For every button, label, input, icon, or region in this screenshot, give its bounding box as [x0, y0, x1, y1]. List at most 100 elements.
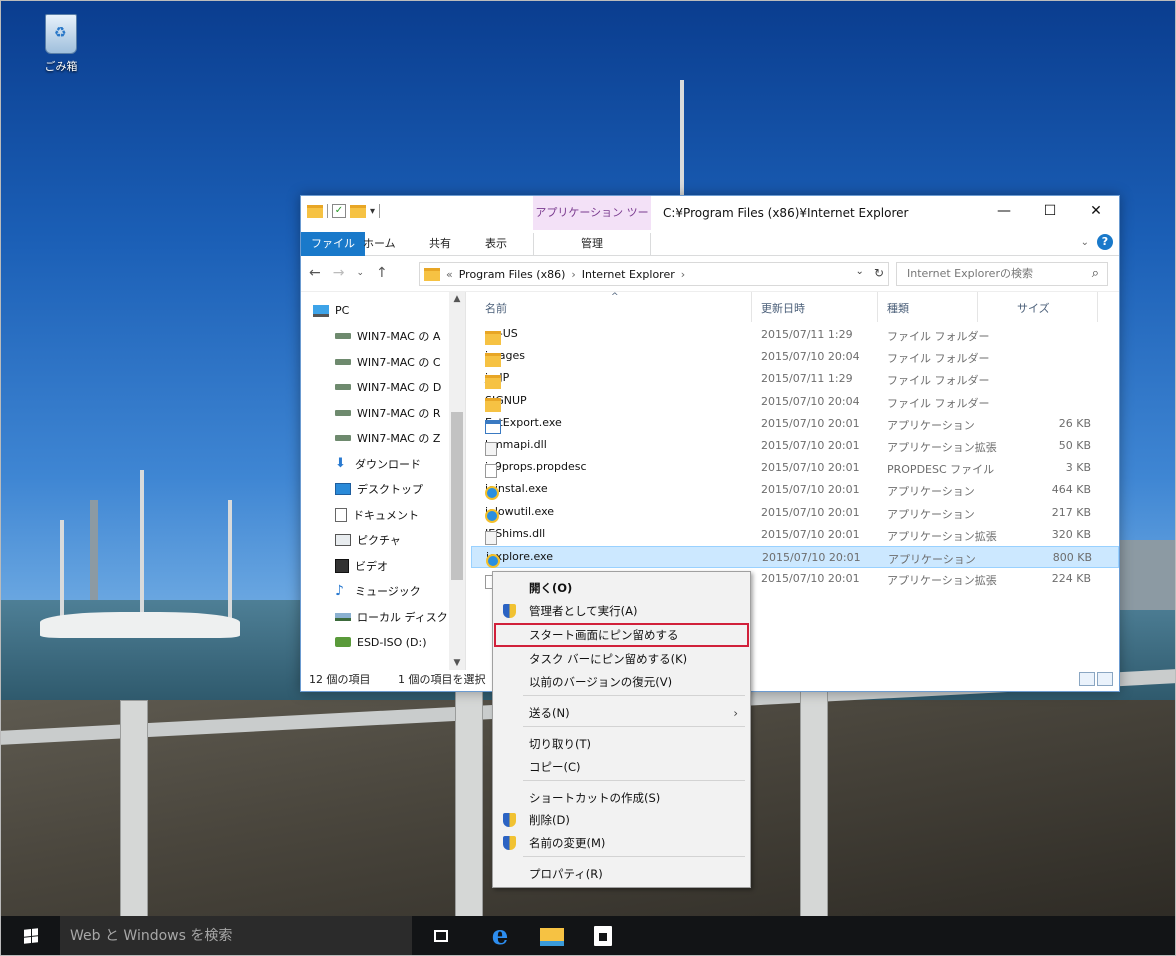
column-type[interactable]: 種類 — [887, 300, 909, 316]
task-view-icon[interactable] — [434, 930, 448, 942]
pc-icon — [313, 304, 329, 317]
context-menu-item[interactable]: コピー(C) — [493, 756, 750, 778]
file-row[interactable]: ExtExport.exe 2015/07/10 20:01 アプリケーション 26 … — [471, 413, 1119, 435]
file-row[interactable]: hmmapi.dll 2015/07/10 20:01 アプリケーション拡張 50 K… — [471, 435, 1119, 457]
context-menu-item[interactable]: 名前の変更(M) — [493, 832, 750, 854]
address-dropdown-icon[interactable]: ⌄ — [856, 266, 864, 280]
nav-scrollbar[interactable]: ▲ ▼ — [449, 292, 465, 670]
scroll-up-icon[interactable]: ▲ — [449, 294, 465, 304]
file-row[interactable]: images 2015/07/10 20:04 ファイル フォルダー — [471, 346, 1119, 368]
nav-item[interactable]: ピクチャ — [301, 528, 465, 554]
file-row[interactable]: ieinstal.exe 2015/07/10 20:01 アプリケーション 464 … — [471, 479, 1119, 501]
details-view-icon[interactable] — [1079, 672, 1095, 686]
expand-ribbon-icon[interactable]: ⌄ — [1081, 237, 1089, 248]
edge-browser-icon[interactable]: e — [488, 923, 512, 949]
search-box[interactable]: Internet Explorerの検索 ⌕ — [896, 262, 1108, 286]
submenu-arrow-icon: › — [733, 706, 738, 720]
file-row[interactable]: iexplore.exe 2015/07/10 20:01 アプリケーション 800 … — [471, 545, 1119, 569]
breadcrumb-separator-icon[interactable]: › — [571, 268, 575, 281]
nav-item-label: WIN7-MAC の R — [357, 406, 441, 420]
minimize-button[interactable]: — — [981, 196, 1027, 226]
file-row[interactable]: en-US 2015/07/11 1:29 ファイル フォルダー — [471, 324, 1119, 346]
navigation-pane: PC WIN7-MAC の A WIN7-MAC の C WIN7-MAC の D WI… — [301, 292, 466, 670]
store-icon[interactable] — [594, 926, 612, 946]
search-icon[interactable]: ⌕ — [1092, 263, 1099, 285]
column-size[interactable]: サイズ — [1017, 300, 1050, 316]
column-divider[interactable] — [877, 292, 878, 322]
up-icon[interactable]: ↑ — [376, 265, 388, 281]
file-row[interactable]: ie9props.propdesc 2015/07/10 20:01 PROPDES… — [471, 457, 1119, 479]
context-menu-item[interactable]: 開く(O) — [493, 577, 750, 599]
breadcrumb-program-files[interactable]: Program Files (x86) — [459, 268, 566, 281]
scroll-thumb[interactable] — [451, 412, 463, 580]
context-menu-item[interactable]: スタート画面にピン留めする — [494, 623, 749, 647]
breadcrumb-separator-icon[interactable]: › — [681, 268, 685, 281]
column-divider[interactable] — [1097, 292, 1098, 322]
nav-item[interactable]: ドキュメント — [301, 502, 465, 528]
breadcrumb-internet-explorer[interactable]: Internet Explorer — [582, 268, 675, 281]
desktop-icon — [335, 483, 351, 496]
file-row[interactable]: SIGNUP 2015/07/10 20:04 ファイル フォルダー — [471, 391, 1119, 413]
network-drive-icon — [335, 435, 351, 442]
scroll-down-icon[interactable]: ▼ — [449, 658, 465, 668]
nav-item[interactable]: ローカル ディスク (C — [301, 604, 465, 630]
nav-item[interactable]: WIN7-MAC の C — [301, 349, 465, 375]
help-icon[interactable]: ? — [1097, 234, 1113, 250]
nav-item[interactable]: WIN7-MAC の R — [301, 400, 465, 426]
column-divider[interactable] — [751, 292, 752, 322]
nav-item[interactable]: WIN7-MAC の D — [301, 375, 465, 401]
navigation-buttons: ← → ⌄ ↑ — [309, 265, 388, 281]
file-row[interactable]: IEShims.dll 2015/07/10 20:01 アプリケーション拡張 320… — [471, 524, 1119, 546]
network-drive-icon — [335, 333, 351, 340]
context-menu-item[interactable]: 切り取り(T) — [493, 733, 750, 755]
ie-icon — [485, 486, 499, 501]
maximize-button[interactable]: ☐ — [1027, 196, 1073, 226]
nav-item[interactable]: WIN7-MAC の Z — [301, 426, 465, 452]
nav-item[interactable]: PC — [301, 298, 465, 324]
context-menu-item[interactable]: 削除(D) — [493, 809, 750, 831]
large-icons-view-icon[interactable] — [1097, 672, 1113, 686]
properties-check-icon[interactable]: ✓ — [332, 204, 346, 218]
address-bar[interactable]: « Program Files (x86) › Internet Explore… — [419, 262, 889, 286]
new-folder-icon[interactable] — [350, 204, 366, 218]
column-name[interactable]: 名前 — [485, 300, 507, 316]
tab-view[interactable]: 表示 — [477, 233, 515, 255]
taskbar-search[interactable]: Web と Windows を検索 — [60, 916, 412, 956]
nav-item[interactable]: ビデオ — [301, 553, 465, 579]
nav-item[interactable]: ♪ ミュージック — [301, 579, 465, 605]
context-menu-item[interactable]: 以前のバージョンの復元(V) — [493, 671, 750, 693]
tab-manage[interactable]: 管理 — [533, 233, 651, 255]
start-button[interactable] — [0, 916, 60, 956]
back-icon[interactable]: ← — [309, 265, 321, 281]
context-menu-item[interactable]: ショートカットの作成(S) — [493, 787, 750, 809]
column-divider[interactable] — [977, 292, 978, 322]
folder-icon — [485, 397, 501, 412]
refresh-icon[interactable]: ↻ — [874, 266, 884, 280]
file-row[interactable]: ja-JP 2015/07/11 1:29 ファイル フォルダー — [471, 368, 1119, 390]
file-explorer-icon[interactable] — [540, 928, 564, 946]
column-date[interactable]: 更新日時 — [761, 300, 805, 316]
nav-item[interactable]: ⬇ ダウンロード — [301, 451, 465, 477]
tab-share[interactable]: 共有 — [421, 233, 459, 255]
forward-icon[interactable]: → — [333, 265, 345, 281]
breadcrumb-overflow[interactable]: « — [446, 268, 453, 281]
pier-post — [455, 690, 483, 920]
file-row[interactable]: ielowutil.exe 2015/07/10 20:01 アプリケーション 217… — [471, 502, 1119, 524]
nav-item[interactable]: WIN7-MAC の A — [301, 324, 465, 350]
customize-dropdown-icon[interactable]: ▾ — [370, 206, 375, 217]
recycle-bin[interactable]: ごみ箱 — [36, 14, 86, 74]
file-name-cell: hmmapi.dll — [485, 438, 547, 456]
close-button[interactable]: ✕ — [1073, 196, 1119, 226]
context-menu-item[interactable]: 管理者として実行(A) — [493, 600, 750, 622]
context-menu-item[interactable]: 送る(N) › — [493, 702, 750, 724]
context-menu-item[interactable]: プロパティ(R) — [493, 863, 750, 885]
nav-item[interactable]: デスクトップ — [301, 477, 465, 503]
file-type: PROPDESC ファイル — [887, 463, 995, 477]
window-title: C:¥Program Files (x86)¥Internet Explorer — [663, 206, 909, 220]
title-bar[interactable]: ✓ ▾ アプリケーション ツール C:¥Program Files (x86)¥… — [301, 196, 1119, 253]
tab-home[interactable]: ホーム — [355, 233, 404, 255]
network-drive-icon — [335, 358, 351, 365]
recent-dropdown-icon[interactable]: ⌄ — [356, 265, 364, 281]
nav-item[interactable]: ESD-ISO (D:) — [301, 630, 465, 656]
context-menu-item[interactable]: タスク バーにピン留めする(K) — [493, 648, 750, 670]
